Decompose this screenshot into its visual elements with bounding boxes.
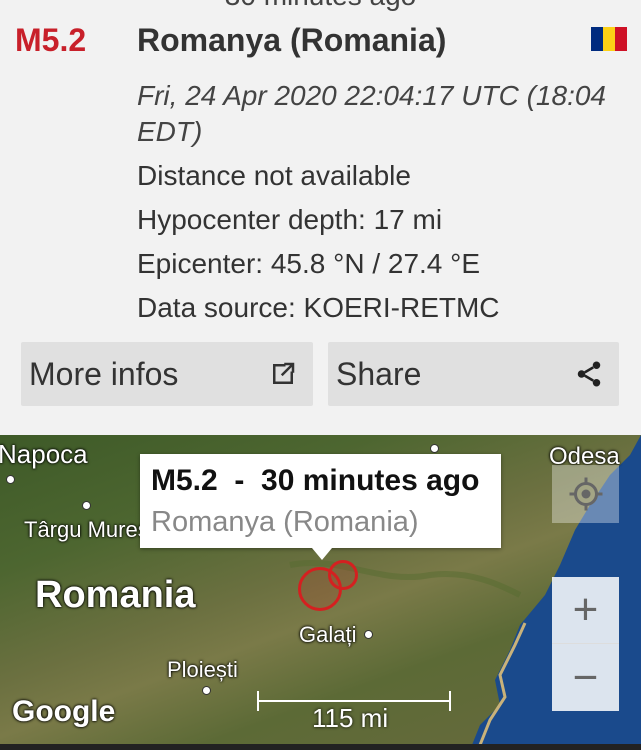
share-icon <box>569 354 609 394</box>
share-button[interactable]: Share <box>328 342 619 406</box>
popup-subtitle: Romanya (Romania) <box>151 506 419 538</box>
source-text: Data source: KOERI-RETMC <box>137 292 500 323</box>
map-label-napoca: Napoca <box>0 439 88 469</box>
event-datetime: Fri, 24 Apr 2020 22:04:17 UTC (18:04 EDT… <box>137 80 606 147</box>
city-dot <box>364 630 373 639</box>
region-title: Romanya (Romania) <box>137 22 447 58</box>
system-nav-bar <box>0 744 641 750</box>
zoom-out-button[interactable]: − <box>552 644 619 711</box>
city-dot <box>82 501 91 510</box>
city-dot <box>202 686 211 695</box>
quake-marker[interactable] <box>328 560 358 590</box>
more-infos-label: More infos <box>29 355 179 392</box>
epicenter-text: Epicenter: 45.8 °N / 27.4 °E <box>137 248 481 279</box>
relative-time-cut: 30 minutes ago <box>0 0 641 12</box>
city-dot <box>430 444 439 453</box>
share-label: Share <box>336 355 422 392</box>
magnitude-label: M5.2 <box>15 22 87 58</box>
more-infos-button[interactable]: More infos <box>21 342 313 406</box>
my-location-button[interactable] <box>552 465 619 523</box>
map-label-galati: Galați <box>299 622 357 647</box>
map-label-ploiesti: Ploiești <box>167 657 238 682</box>
distance-text: Distance not available <box>137 160 411 191</box>
romania-flag-icon <box>591 27 627 51</box>
map-label-targu-mures: Târgu Mureș <box>24 517 149 542</box>
google-attribution: Google <box>12 695 116 728</box>
popup-title: M5.2 - 30 minutes ago <box>151 464 480 497</box>
earthquake-card: 30 minutes ago M5.2 Romanya (Romania) Fr… <box>0 0 641 435</box>
map-view[interactable]: Napoca Târgu Mureș Romania Galați Ploieș… <box>0 435 641 750</box>
zoom-in-button[interactable]: + <box>552 577 619 644</box>
city-dot <box>6 475 15 484</box>
scale-label: 115 mi <box>312 703 389 733</box>
crosshair-icon <box>569 477 602 511</box>
depth-text: Hypocenter depth: 17 mi <box>137 204 443 235</box>
map-label-romania: Romania <box>35 574 196 616</box>
map-popup[interactable]: M5.2 - 30 minutes ago Romanya (Romania) <box>140 454 501 560</box>
open-external-icon <box>263 354 303 394</box>
